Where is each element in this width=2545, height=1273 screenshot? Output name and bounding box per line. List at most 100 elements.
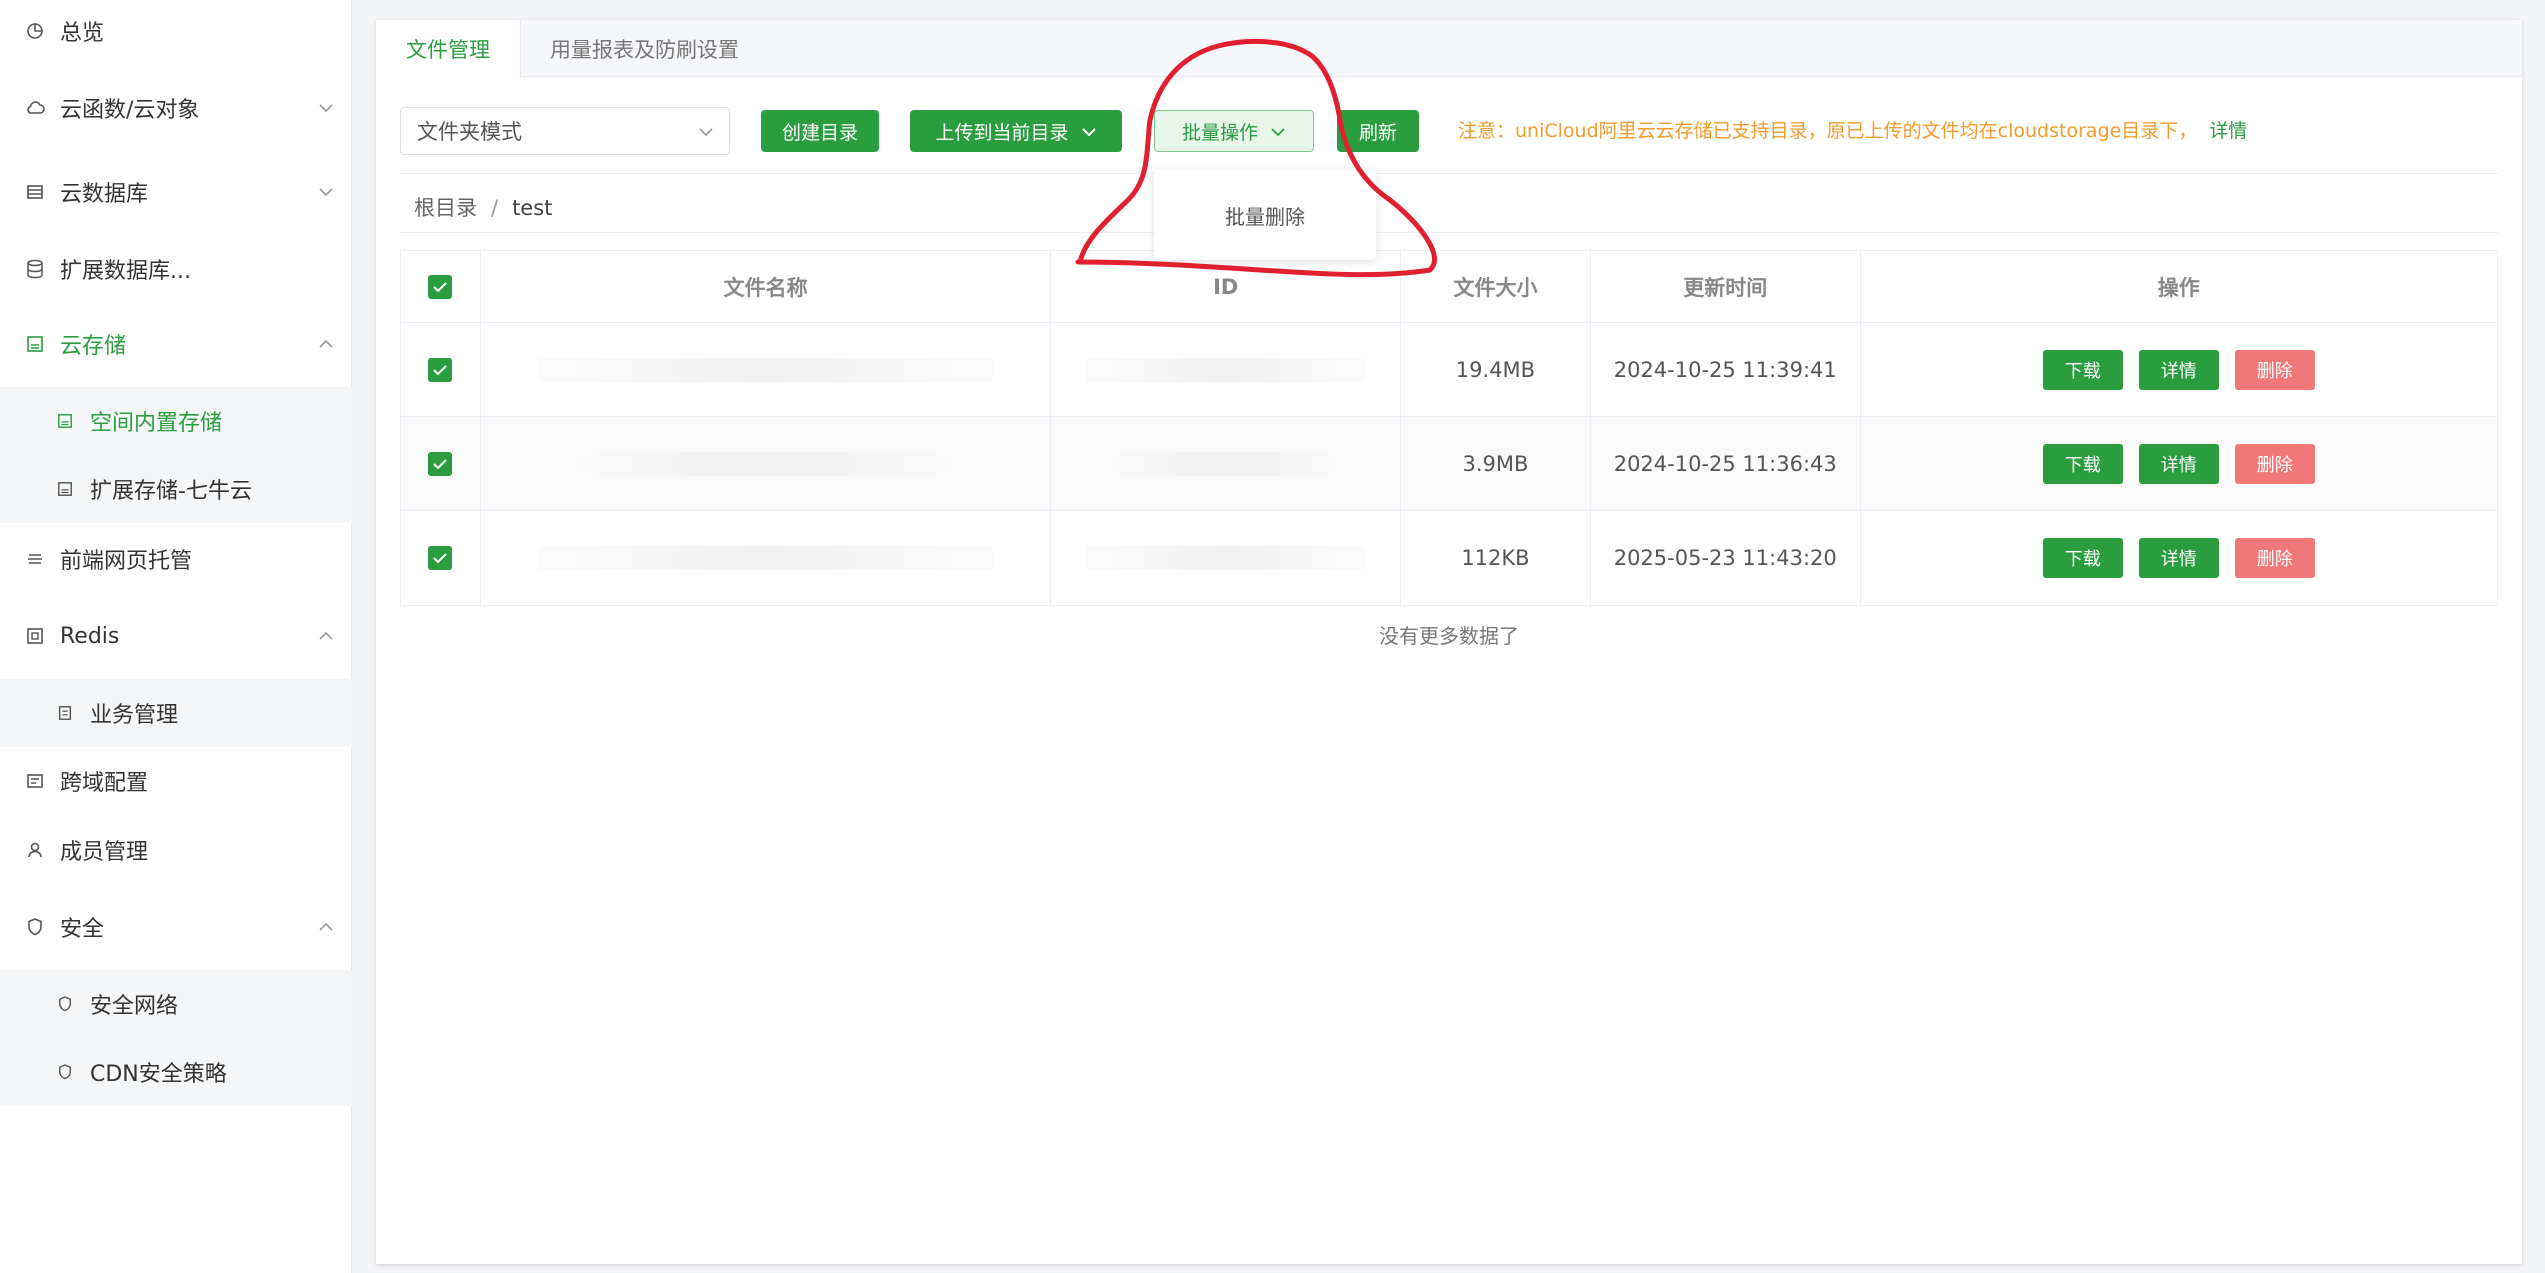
select-all-checkbox[interactable] — [428, 274, 453, 299]
shield-icon — [54, 1061, 76, 1083]
batch-operation-button[interactable]: 批量操作 — [1154, 110, 1314, 152]
table-header: 文件名称 ID 文件大小 更新时间 操作 — [401, 251, 2497, 323]
pie-chart-icon — [24, 20, 46, 42]
row-checkbox-cell — [401, 323, 481, 416]
row-checkbox[interactable] — [428, 357, 453, 382]
header-file-size: 文件大小 — [1401, 251, 1591, 322]
mode-select[interactable]: 文件夹模式 — [400, 107, 730, 155]
redacted-file-id — [1086, 451, 1366, 476]
redacted-file-name — [537, 546, 994, 570]
mode-select-value: 文件夹模式 — [417, 120, 522, 144]
update-time-cell: 2025-05-23 11:43:20 — [1591, 511, 1861, 605]
sidebar-item-label: 前端网页托管 — [60, 549, 193, 574]
refresh-button[interactable]: 刷新 — [1337, 110, 1419, 152]
redis-icon — [24, 625, 46, 647]
sidebar-item-cloud-database[interactable]: 云数据库 — [0, 158, 352, 226]
user-icon — [24, 839, 46, 861]
download-button[interactable]: 下载 — [2042, 349, 2123, 390]
row-checkbox[interactable] — [428, 451, 453, 476]
actions-cell: 下载 详情 删除 — [1861, 323, 2497, 416]
sidebar-item-label: 安全 — [60, 917, 105, 942]
redacted-file-name — [537, 451, 994, 476]
tab-file-management[interactable]: 文件管理 — [376, 20, 521, 78]
breadcrumb-root[interactable]: 根目录 — [414, 196, 477, 220]
upload-button[interactable]: 上传到当前目录 — [910, 110, 1122, 152]
delete-button[interactable]: 删除 — [2234, 349, 2315, 390]
business-icon — [54, 702, 76, 724]
redacted-file-id — [1086, 357, 1366, 382]
sidebar-item-label: CDN安全策略 — [90, 1062, 227, 1087]
chevron-up-icon — [316, 626, 336, 646]
sidebar-item-qiniu-storage[interactable]: 扩展存储-七牛云 — [0, 455, 352, 523]
row-checkbox-cell — [401, 511, 481, 605]
sidebar-item-cdn-security[interactable]: CDN安全策略 — [0, 1038, 352, 1106]
sidebar-item-secure-network[interactable]: 安全网络 — [0, 970, 352, 1038]
row-checkbox[interactable] — [428, 546, 453, 570]
sidebar-item-label: 云数据库 — [60, 182, 149, 207]
sidebar-item-overview[interactable]: 总览 — [0, 0, 352, 65]
redacted-file-id — [1086, 546, 1366, 570]
hosting-icon — [24, 548, 46, 570]
batch-delete-menu-item[interactable]: 批量删除 — [1154, 170, 1376, 260]
notice-details-link[interactable]: 详情 — [2209, 120, 2247, 142]
sidebar-item-cors-config[interactable]: 跨域配置 — [0, 747, 352, 815]
storage-icon — [54, 410, 76, 432]
download-button[interactable]: 下载 — [2042, 538, 2123, 578]
batch-operation-label: 批量操作 — [1181, 121, 1258, 144]
cloud-icon — [24, 97, 46, 119]
notice-text: 注意：uniCloud阿里云云存储已支持目录，原已上传的文件均在cloudsto… — [1458, 120, 2198, 142]
sidebar-item-redis[interactable]: Redis — [0, 602, 352, 670]
file-table: 文件名称 ID 文件大小 更新时间 操作 19.4MB 2024-10-25 1… — [400, 250, 2498, 606]
sidebar-item-label: 总览 — [60, 21, 105, 46]
file-name-cell — [481, 511, 1052, 605]
actions-cell: 下载 详情 删除 — [1861, 417, 2497, 510]
breadcrumb: 根目录 / test — [414, 192, 552, 222]
upload-button-label: 上传到当前目录 — [935, 121, 1069, 144]
sidebar-item-label: 扩展数据库... — [60, 259, 191, 284]
sidebar-item-label: 空间内置存储 — [90, 411, 223, 436]
file-id-cell — [1051, 323, 1402, 416]
header-file-name: 文件名称 — [481, 251, 1052, 322]
database-stack-icon — [24, 258, 46, 280]
storage-icon — [24, 333, 46, 355]
file-id-cell — [1051, 511, 1402, 605]
delete-button[interactable]: 删除 — [2234, 538, 2315, 578]
row-checkbox-cell — [401, 417, 481, 510]
tab-usage-report[interactable]: 用量报表及防刷设置 — [520, 20, 769, 77]
header-id: ID — [1051, 251, 1402, 322]
divider — [400, 232, 2498, 233]
sidebar-item-label: 扩展存储-七牛云 — [90, 479, 252, 504]
sidebar-item-cloud-functions[interactable]: 云函数/云对象 — [0, 74, 352, 142]
database-icon — [24, 181, 46, 203]
sidebar-item-business-management[interactable]: 业务管理 — [0, 679, 352, 747]
table-row: 3.9MB 2024-10-25 11:36:43 下载 详情 删除 — [401, 417, 2497, 511]
sidebar-item-extended-database[interactable]: 扩展数据库... — [0, 235, 352, 303]
delete-button[interactable]: 删除 — [2234, 443, 2315, 484]
sidebar-item-member-management[interactable]: 成员管理 — [0, 816, 352, 884]
detail-button[interactable]: 详情 — [2138, 443, 2219, 484]
divider — [400, 173, 2498, 174]
create-directory-button[interactable]: 创建目录 — [761, 110, 879, 152]
sidebar-item-label: 业务管理 — [90, 703, 179, 728]
sidebar-item-label: 跨域配置 — [60, 771, 149, 796]
sidebar-item-web-hosting[interactable]: 前端网页托管 — [0, 525, 352, 593]
chevron-up-icon — [316, 917, 336, 937]
chevron-down-icon — [316, 98, 336, 118]
chevron-down-icon — [697, 122, 715, 140]
storage-notice: 注意：uniCloud阿里云云存储已支持目录，原已上传的文件均在cloudsto… — [1458, 116, 2247, 143]
actions-cell: 下载 详情 删除 — [1861, 511, 2497, 605]
sidebar-item-security[interactable]: 安全 — [0, 893, 352, 961]
file-size-cell: 112KB — [1401, 511, 1591, 605]
sidebar-item-label: Redis — [60, 623, 120, 649]
sidebar-item-builtin-storage[interactable]: 空间内置存储 — [0, 387, 352, 455]
sidebar-item-label: 安全网络 — [90, 994, 179, 1019]
detail-button[interactable]: 详情 — [2138, 538, 2219, 578]
detail-button[interactable]: 详情 — [2138, 349, 2219, 390]
file-name-cell — [481, 417, 1052, 510]
update-time-cell: 2024-10-25 11:39:41 — [1591, 323, 1861, 416]
shield-icon — [24, 916, 46, 938]
sidebar-item-cloud-storage[interactable]: 云存储 — [0, 310, 352, 378]
download-button[interactable]: 下载 — [2042, 443, 2123, 484]
header-update-time: 更新时间 — [1591, 251, 1861, 322]
file-manager-panel: 文件管理 用量报表及防刷设置 文件夹模式 创建目录 上传到当前目录 批量操作 刷… — [376, 20, 2522, 1264]
